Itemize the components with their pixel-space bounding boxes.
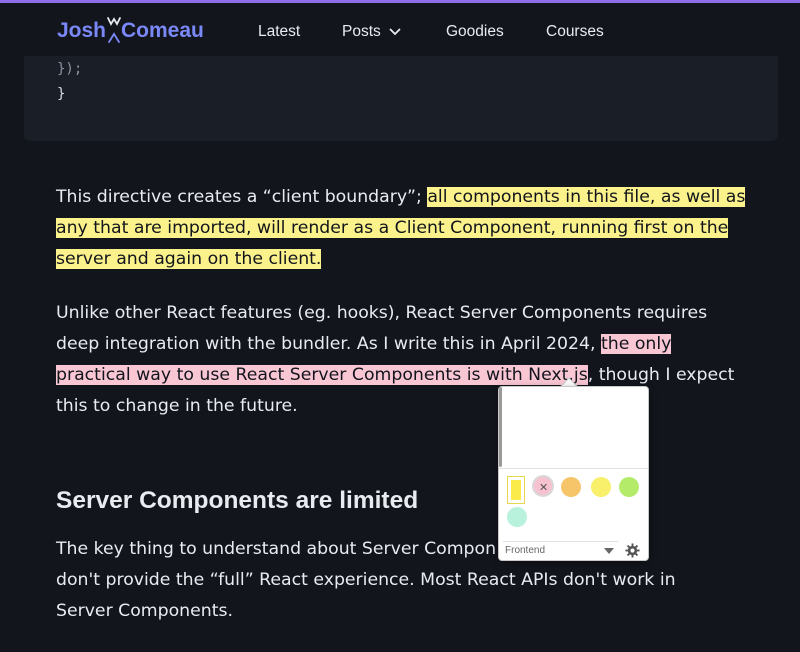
- chevron-down-icon: [389, 28, 401, 36]
- color-swatch-pink[interactable]: ✕: [532, 475, 554, 497]
- paragraph-line: Unlike other React features (eg. hooks),…: [56, 303, 708, 323]
- remove-icon: ✕: [539, 481, 549, 494]
- site-header: Josh Comeau Latest Posts Goodies Courses: [0, 3, 800, 63]
- code-line: }: [57, 86, 66, 102]
- nav-goodies[interactable]: Goodies: [446, 23, 504, 41]
- highlight-annotation-popup: ✕ Frontend: [498, 386, 649, 561]
- paragraph-client-boundary: This directive creates a “client boundar…: [56, 182, 756, 275]
- color-swatch-teal[interactable]: [507, 507, 527, 527]
- paragraph-line: this to change in the future.: [56, 396, 298, 416]
- category-select[interactable]: Frontend: [503, 541, 618, 559]
- highlighted-text[interactable]: all components in this file, as well as: [427, 187, 746, 207]
- paragraph-line: The key thing to understand about Server…: [56, 539, 497, 559]
- highlighted-text[interactable]: the only: [601, 334, 672, 354]
- nav-posts[interactable]: Posts: [342, 23, 401, 41]
- popup-scrollbar[interactable]: [499, 387, 502, 467]
- code-line: });: [57, 61, 83, 77]
- paragraph-limits: The key thing to understand about Server…: [56, 534, 756, 627]
- logo-last-name: Comeau: [121, 19, 204, 42]
- popup-divider: [499, 468, 648, 469]
- paragraph-line: don't provide the “full” React experienc…: [56, 570, 676, 590]
- sticky-note-icon[interactable]: [507, 476, 525, 504]
- gear-icon[interactable]: [625, 543, 640, 558]
- highlighted-text[interactable]: any that are imported, will render as a …: [56, 218, 729, 238]
- category-select-value: Frontend: [505, 545, 546, 556]
- color-swatch-orange[interactable]: [561, 477, 581, 497]
- color-swatch-yellow[interactable]: [591, 477, 611, 497]
- paragraph-bundler: Unlike other React features (eg. hooks),…: [56, 298, 756, 422]
- paragraph-line: Server Components.: [56, 601, 233, 621]
- nav-latest[interactable]: Latest: [258, 23, 300, 41]
- nav-courses[interactable]: Courses: [546, 23, 604, 41]
- logo-first-name: Josh: [57, 19, 107, 42]
- nav-posts-label: Posts: [342, 23, 381, 40]
- color-swatch-green[interactable]: [619, 477, 639, 497]
- paragraph-text: , though I expect: [587, 365, 735, 385]
- dropdown-arrow-icon: [604, 548, 614, 554]
- paragraph-text: deep integration with the bundler. As I …: [56, 334, 601, 354]
- highlighted-text[interactable]: server and again on the client.: [56, 249, 322, 269]
- highlighted-text[interactable]: practical way to use React Server Compon…: [56, 365, 588, 385]
- paragraph-text: This directive creates a “client boundar…: [56, 187, 428, 207]
- code-block: }); }: [24, 56, 778, 141]
- section-heading: Server Components are limited: [56, 487, 419, 514]
